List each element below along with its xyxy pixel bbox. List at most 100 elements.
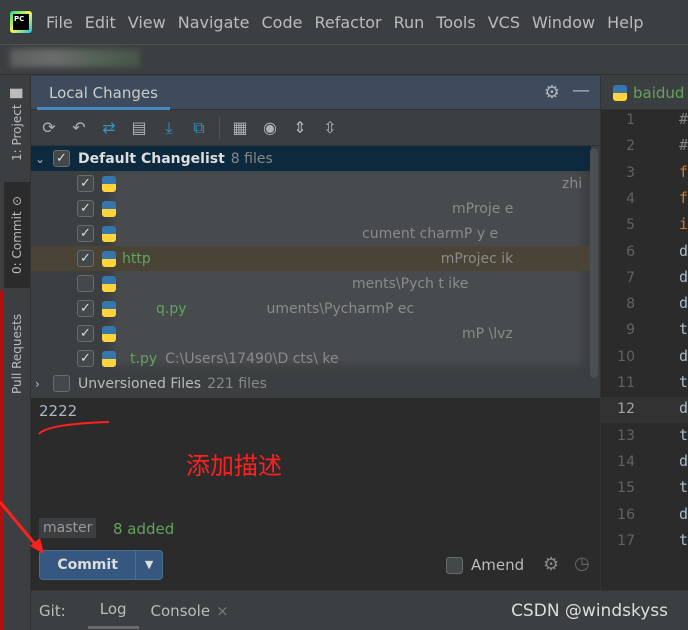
code-line[interactable]: t bbox=[679, 373, 688, 391]
menu-refactor[interactable]: Refactor bbox=[314, 13, 381, 32]
menu-run[interactable]: Run bbox=[394, 13, 425, 32]
editor-tab-label: baidud bbox=[633, 83, 685, 102]
code-line[interactable]: # bbox=[679, 136, 688, 154]
code-line[interactable]: d bbox=[679, 268, 688, 286]
file-row[interactable]: ✓ http mProjec ik bbox=[31, 246, 591, 271]
file-checkbox[interactable]: ✓ bbox=[77, 175, 94, 192]
group-icon[interactable]: ▦ bbox=[230, 118, 250, 138]
amend-label: Amend bbox=[471, 556, 525, 574]
tree-scrollbar[interactable] bbox=[590, 148, 598, 378]
file-checkbox[interactable]: ✓ bbox=[77, 300, 94, 317]
code-line[interactable]: t bbox=[679, 426, 688, 444]
line-number: 5 bbox=[626, 217, 635, 234]
file-row[interactable]: ✓ mP \lvz bbox=[31, 321, 591, 346]
minimize-icon[interactable]: — bbox=[572, 80, 590, 101]
red-underline-annotation bbox=[38, 421, 110, 435]
code-line[interactable]: i bbox=[679, 215, 688, 233]
menu-view[interactable]: View bbox=[128, 13, 166, 32]
file-row[interactable]: ✓ cument charmP y e bbox=[31, 221, 591, 246]
line-number: 13 bbox=[617, 427, 635, 444]
amend-option[interactable]: Amend bbox=[446, 556, 524, 574]
update-icon[interactable]: ⤓ bbox=[159, 118, 179, 138]
rollback-icon[interactable]: ↶ bbox=[69, 118, 89, 138]
file-checkbox[interactable]: ✓ bbox=[77, 250, 94, 267]
code-line[interactable]: d bbox=[679, 399, 688, 417]
code-line[interactable]: d bbox=[679, 505, 688, 523]
code-line[interactable]: d bbox=[679, 452, 688, 470]
file-checkbox[interactable]: ✓ bbox=[77, 225, 94, 242]
shelve-icon[interactable]: ⧉ bbox=[189, 118, 209, 138]
file-row[interactable]: ✓ t.py C:\Users\17490\D cts\ ke bbox=[31, 346, 591, 371]
commit-icon: ⊙ bbox=[10, 195, 24, 206]
tab-console[interactable]: Console bbox=[151, 602, 211, 620]
code-line[interactable]: # bbox=[679, 110, 688, 128]
line-number: 7 bbox=[626, 269, 635, 286]
panel-header: Local Changes ⚙ — bbox=[31, 76, 600, 110]
unversioned-checkbox[interactable] bbox=[53, 375, 70, 392]
code-line[interactable]: d bbox=[679, 347, 688, 365]
changelist-icon[interactable]: ▤ bbox=[129, 118, 149, 138]
eye-icon[interactable]: ◉ bbox=[260, 118, 280, 138]
file-row[interactable]: ✓ zhi bbox=[31, 171, 591, 196]
close-icon[interactable]: × bbox=[216, 602, 229, 620]
changes-tree: ⌄ ✓ Default Changelist 8 files ✓ zhi ✓ mPr… bbox=[31, 146, 600, 398]
menu-tools[interactable]: Tools bbox=[436, 13, 475, 32]
menu-help[interactable]: Help bbox=[607, 13, 643, 32]
changes-status: 8 added bbox=[113, 520, 175, 538]
chevron-right-icon[interactable]: › bbox=[35, 377, 53, 391]
code-line[interactable]: d bbox=[679, 242, 688, 260]
changelist-checkbox[interactable]: ✓ bbox=[53, 150, 70, 167]
menu-file[interactable]: File bbox=[46, 13, 73, 32]
menu-edit[interactable]: Edit bbox=[85, 13, 116, 32]
file-row[interactable]: ments\Pych t ike bbox=[31, 271, 591, 296]
file-path: ments\Pych t ike bbox=[352, 275, 469, 292]
line-number: 15 bbox=[617, 480, 635, 497]
editor-tab[interactable]: baidud bbox=[601, 76, 688, 110]
code-line[interactable]: t bbox=[679, 320, 688, 338]
tab-project[interactable]: 1: Project ▇ bbox=[4, 80, 30, 170]
tab-commit[interactable]: 0: Commit ⊙ bbox=[4, 182, 30, 288]
code-line[interactable]: f bbox=[679, 163, 688, 181]
unversioned-count: 221 files bbox=[207, 375, 267, 392]
unversioned-row[interactable]: › Unversioned Files 221 files bbox=[31, 371, 591, 396]
line-number: 16 bbox=[617, 506, 635, 523]
commit-options-dropdown-icon[interactable]: ▼ bbox=[135, 551, 162, 579]
commit-button[interactable]: Commit bbox=[40, 551, 135, 579]
file-checkbox[interactable]: ✓ bbox=[77, 325, 94, 342]
chevron-down-icon[interactable]: ⌄ bbox=[35, 152, 53, 166]
python-file-icon bbox=[102, 325, 116, 342]
line-number: 1 bbox=[626, 112, 635, 128]
gear-icon[interactable]: ⚙ bbox=[544, 82, 560, 103]
menu-vcs[interactable]: VCS bbox=[488, 13, 520, 32]
history-clock-icon[interactable]: ◷ bbox=[574, 553, 590, 574]
tab-log[interactable]: Log bbox=[87, 592, 139, 629]
file-row[interactable]: ✓ mProje e bbox=[31, 196, 591, 221]
file-path: zhi bbox=[562, 175, 583, 192]
code-line[interactable]: d bbox=[679, 294, 688, 312]
tab-pull-requests[interactable]: Pull Requests bbox=[4, 298, 30, 410]
collapse-all-icon[interactable]: ⇳ bbox=[320, 118, 340, 138]
commit-settings-gear-icon[interactable]: ⚙ bbox=[543, 554, 559, 575]
menu-navigate[interactable]: Navigate bbox=[178, 13, 250, 32]
python-file-icon bbox=[613, 84, 627, 101]
changelist-row[interactable]: ⌄ ✓ Default Changelist 8 files bbox=[31, 146, 591, 171]
python-file-icon bbox=[102, 200, 116, 217]
code-line[interactable]: t bbox=[679, 478, 688, 496]
background-window-edge bbox=[0, 290, 4, 630]
changelist-label: Default Changelist bbox=[78, 150, 225, 167]
expand-all-icon[interactable]: ⇕ bbox=[290, 118, 310, 138]
tab-local-changes[interactable]: Local Changes bbox=[37, 76, 170, 110]
refresh-icon[interactable]: ⟳ bbox=[39, 118, 59, 138]
file-checkbox[interactable] bbox=[77, 275, 94, 292]
menu-code[interactable]: Code bbox=[262, 13, 303, 32]
commit-message-area[interactable]: 2222 添加描述 master 8 added Commit ▼ Amend … bbox=[31, 398, 600, 590]
file-checkbox[interactable]: ✓ bbox=[77, 200, 94, 217]
amend-checkbox[interactable] bbox=[446, 556, 463, 574]
file-checkbox[interactable]: ✓ bbox=[77, 350, 94, 367]
menu-window[interactable]: Window bbox=[532, 13, 595, 32]
tab-project-label: 1: Project bbox=[10, 104, 24, 161]
code-line[interactable]: f bbox=[679, 189, 688, 207]
code-line[interactable]: t bbox=[679, 531, 688, 549]
file-row[interactable]: ✓ q.py uments\PycharmP ec bbox=[31, 296, 591, 321]
diff-icon[interactable]: ⇄ bbox=[99, 118, 119, 138]
